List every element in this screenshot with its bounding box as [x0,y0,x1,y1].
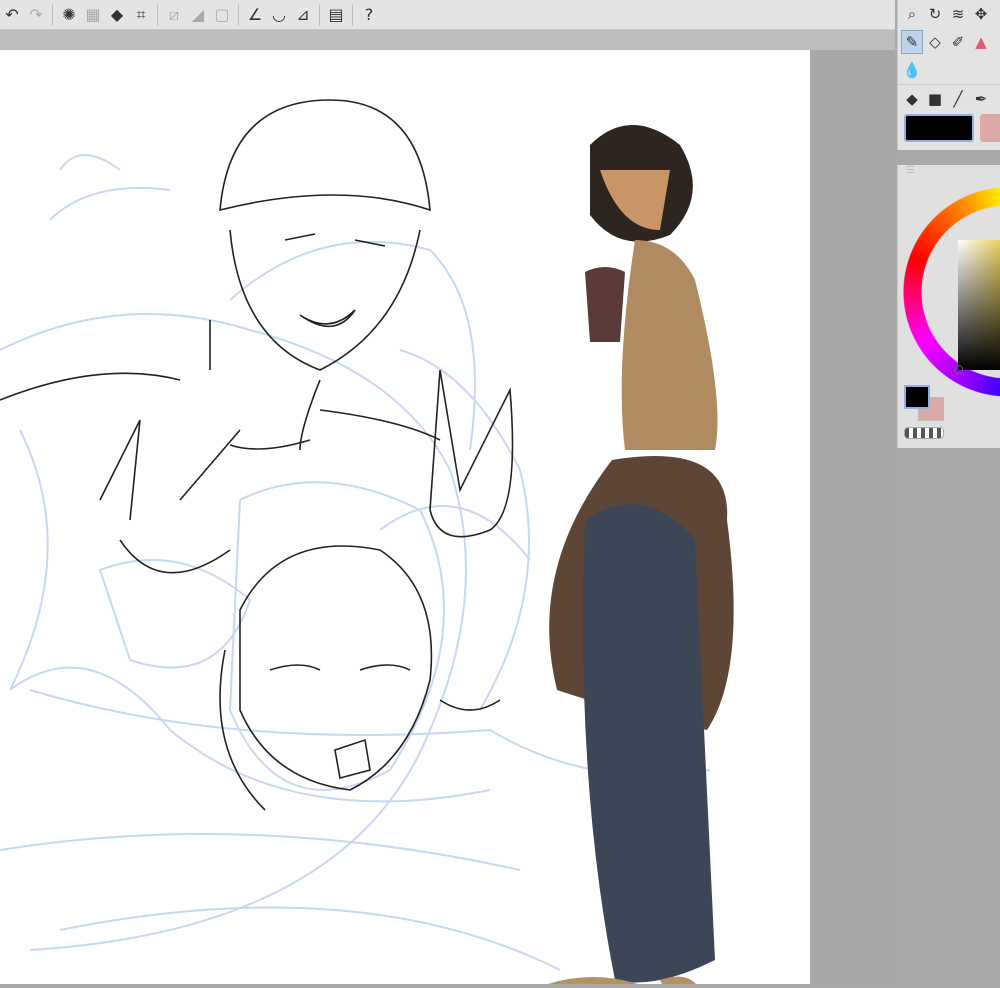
pen-icon[interactable]: ✎ [901,30,923,54]
command-bar: ↶ ↷ ✺ ▦ ◆ ⌗ ⧄ ◢ ▢ ∠ ◡ ⊿ ▤ ? [0,0,895,30]
divider [319,3,320,26]
canvas-tab-strip [0,30,895,50]
color-wheel-panel: ☰ [897,165,1000,448]
zoom-icon[interactable]: ⌕ [901,2,923,26]
main-color-chip[interactable] [904,385,930,409]
clear-icon[interactable]: ⧄ [162,3,186,27]
eraser-icon[interactable]: ◇ [924,30,946,54]
undo-icon[interactable]: ↶ [0,3,24,27]
fill-selection-icon[interactable]: ◢ [186,3,210,27]
canvas-area[interactable] [0,50,895,988]
blend-icon[interactable]: 💧 [901,58,923,82]
fill-icon[interactable]: ◆ [105,3,129,27]
ruler-ellipse-icon[interactable]: ◡ [267,3,291,27]
sub-color-swatch[interactable] [980,114,1000,142]
rotate-icon[interactable]: ↻ [924,2,946,26]
panel-grip-icon[interactable]: ☰ [898,165,1000,180]
divider [352,3,353,26]
divider [157,3,158,26]
ruler-perspective-icon[interactable]: ∠ [243,3,267,27]
main-color-swatch[interactable] [904,114,974,142]
divider [238,3,239,26]
tool-palette: ⌕ ↻ ≋ ✥ ✎ ◇ ✐ ▲ 💧 ◆ ■ ╱ ✒ [897,0,1000,150]
transform-icon[interactable]: ⌗ [129,3,153,27]
move-icon[interactable]: ✥ [970,2,992,26]
drawing-canvas[interactable] [0,50,810,988]
decoration-icon[interactable]: ▲ [970,30,992,54]
color-picker-handle[interactable] [954,365,963,374]
line-icon[interactable]: ╱ [947,87,969,111]
help-icon[interactable]: ? [357,3,381,27]
saturation-value-square[interactable] [958,240,1000,370]
divider [52,3,53,26]
ruler-parallel-icon[interactable]: ⊿ [291,3,315,27]
vector-pen-icon[interactable]: ✒ [970,87,992,111]
colored-figure [545,125,734,988]
redo-icon[interactable]: ↷ [24,3,48,27]
device-icon[interactable]: ▤ [324,3,348,27]
select-all-icon[interactable]: ✺ [57,3,81,27]
gradient-icon[interactable]: ■ [924,87,946,111]
deselect-icon[interactable]: ▦ [81,3,105,27]
artwork [0,99,734,988]
marker-icon[interactable]: ✐ [947,30,969,54]
layer-select-icon[interactable]: ≋ [947,2,969,26]
fill-icon[interactable]: ◆ [901,87,923,111]
transparent-color-chip[interactable] [904,427,944,439]
frame-icon[interactable]: ▢ [210,3,234,27]
